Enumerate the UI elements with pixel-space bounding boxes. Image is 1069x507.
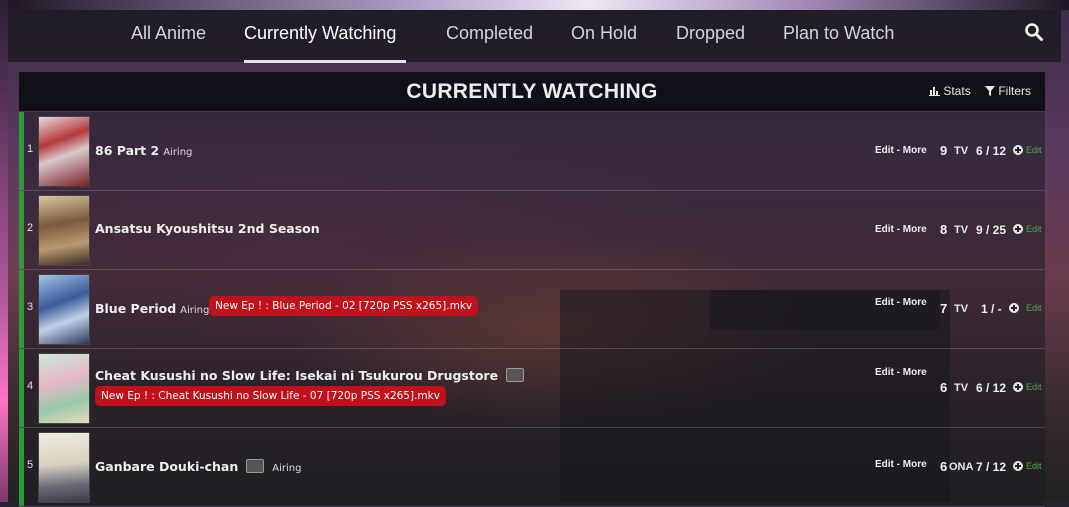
- plus-icon[interactable]: [1013, 145, 1023, 155]
- cover-image[interactable]: [38, 353, 90, 424]
- title-text[interactable]: Blue Period: [95, 301, 176, 316]
- cover-image[interactable]: [38, 195, 90, 266]
- tab-completed[interactable]: Completed: [446, 22, 533, 44]
- row-number: 3: [26, 301, 34, 313]
- anime-type: TV: [954, 303, 969, 315]
- filter-icon: [985, 84, 998, 98]
- score[interactable]: 8: [940, 222, 947, 237]
- anime-title[interactable]: Ganbare Douki-chan Airing: [95, 458, 302, 475]
- background-left-art: [0, 0, 8, 502]
- tab-on-hold[interactable]: On Hold: [571, 22, 637, 44]
- title-text[interactable]: Ansatsu Kyoushitsu 2nd Season: [95, 221, 320, 236]
- list-item: 4 Cheat Kusushi no Slow Life: Isekai ni …: [19, 349, 1045, 428]
- anime-title[interactable]: Cheat Kusushi no Slow Life: Isekai ni Ts…: [95, 367, 525, 384]
- airing-status: Airing: [180, 305, 210, 316]
- airing-status: Airing: [163, 147, 193, 158]
- anime-title[interactable]: Ansatsu Kyoushitsu 2nd Season: [95, 221, 320, 236]
- progress: 1 / -: [981, 302, 1002, 316]
- row-number: 1: [26, 143, 34, 155]
- active-tab-indicator: [244, 60, 406, 63]
- edit-link[interactable]: Edit: [1026, 224, 1042, 234]
- progress: 9 / 25: [976, 223, 1007, 237]
- status-bar: [19, 112, 24, 190]
- status-bar: [19, 428, 24, 506]
- plus-icon[interactable]: [1009, 303, 1019, 313]
- status-bar: [19, 191, 24, 269]
- edit-link[interactable]: Edit: [1026, 461, 1042, 471]
- status-bar: [19, 270, 24, 348]
- tab-currently-watching[interactable]: Currently Watching: [244, 22, 396, 44]
- anime-type: TV: [954, 145, 969, 157]
- edit-more-link[interactable]: Edit - More: [875, 297, 927, 308]
- cover-image[interactable]: [38, 432, 90, 503]
- stats-button[interactable]: Stats: [929, 84, 971, 98]
- list-nav: All Anime Currently Watching Completed O…: [8, 10, 1061, 63]
- edit-link[interactable]: Edit: [1026, 382, 1042, 392]
- row-number: 4: [26, 380, 34, 392]
- progress: 6 / 12: [976, 144, 1007, 158]
- filters-label: Filters: [998, 84, 1032, 98]
- plus-icon[interactable]: [1013, 461, 1023, 471]
- progress: 7 / 12: [976, 460, 1007, 474]
- list-item: 3 Blue Period Airing New Ep ! : Blue Peri…: [19, 270, 1045, 349]
- row-number: 2: [26, 222, 34, 234]
- tv-icon: [506, 367, 525, 382]
- tab-all-anime[interactable]: All Anime: [131, 22, 206, 44]
- anime-list-panel: CURRENTLY WATCHING Stats Filters 1 86 Pa…: [19, 72, 1045, 507]
- progress: 6 / 12: [976, 381, 1007, 395]
- anime-type: TV: [954, 224, 969, 236]
- score[interactable]: 7: [940, 301, 947, 316]
- score[interactable]: 6: [940, 459, 947, 474]
- list-item: 2 Ansatsu Kyoushitsu 2nd Season Edit - M…: [19, 191, 1045, 270]
- list-item: 5 Ganbare Douki-chan Airing Edit - More 6…: [19, 428, 1045, 507]
- list-item: 1 86 Part 2 Airing Edit - More 9 TV 6 / 1…: [19, 112, 1045, 191]
- search-icon[interactable]: [1024, 22, 1044, 42]
- new-episode-badge[interactable]: New Ep ! : Cheat Kusushi no Slow Life - …: [95, 386, 446, 406]
- tab-dropped[interactable]: Dropped: [676, 22, 745, 44]
- score[interactable]: 9: [940, 143, 947, 158]
- cover-image[interactable]: [38, 116, 90, 187]
- bar-chart-icon: [929, 84, 943, 98]
- page-title: CURRENTLY WATCHING: [406, 80, 658, 103]
- anime-type: ONA: [949, 461, 974, 473]
- plus-icon[interactable]: [1013, 382, 1023, 392]
- title-text[interactable]: Cheat Kusushi no Slow Life: Isekai ni Ts…: [95, 368, 498, 383]
- edit-more-link[interactable]: Edit - More: [875, 459, 927, 470]
- title-text[interactable]: Ganbare Douki-chan: [95, 459, 238, 474]
- title-text[interactable]: 86 Part 2: [95, 143, 159, 158]
- tv-icon: [246, 458, 265, 473]
- score[interactable]: 6: [940, 380, 947, 395]
- stats-label: Stats: [943, 84, 971, 98]
- filters-button[interactable]: Filters: [985, 84, 1031, 98]
- tab-plan-to-watch[interactable]: Plan to Watch: [783, 22, 894, 44]
- row-number: 5: [26, 459, 34, 471]
- background-top-art: [0, 0, 1069, 10]
- anime-type: TV: [954, 382, 969, 394]
- list-header: CURRENTLY WATCHING Stats Filters: [19, 72, 1045, 111]
- edit-link[interactable]: Edit: [1026, 145, 1042, 155]
- anime-title[interactable]: 86 Part 2 Airing: [95, 143, 192, 158]
- new-episode-badge[interactable]: New Ep ! : Blue Period - 02 [720p PSS x2…: [209, 296, 479, 316]
- status-bar: [19, 349, 24, 427]
- edit-more-link[interactable]: Edit - More: [875, 224, 927, 235]
- airing-status: Airing: [272, 463, 302, 474]
- plus-icon[interactable]: [1013, 224, 1023, 234]
- anime-title[interactable]: Blue Period Airing: [95, 301, 209, 316]
- edit-more-link[interactable]: Edit - More: [875, 145, 927, 156]
- edit-more-link[interactable]: Edit - More: [875, 367, 927, 378]
- cover-image[interactable]: [38, 274, 90, 345]
- edit-link[interactable]: Edit: [1026, 303, 1042, 313]
